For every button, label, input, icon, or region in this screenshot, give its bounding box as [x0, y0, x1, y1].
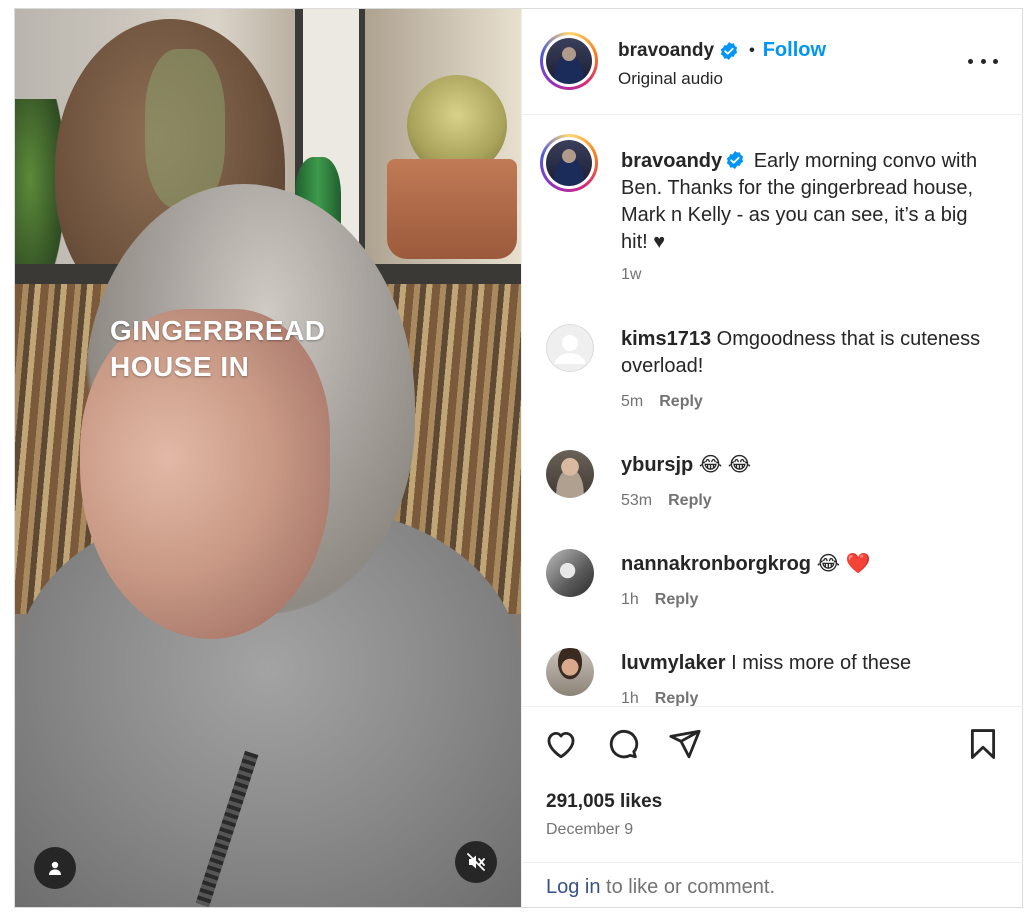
separator-dot: • [749, 41, 755, 59]
post-card: GINGERBREAD HOUSE IN bravoandy • Follow … [14, 8, 1023, 908]
login-link[interactable]: Log in [546, 876, 601, 898]
author-line: bravoandy • Follow [618, 39, 826, 62]
video-caption-overlay: GINGERBREAD HOUSE IN [110, 313, 326, 385]
comment-time[interactable]: 5m [621, 393, 643, 410]
comment-body: nannakronborgkrog 😂 ❤️ [621, 551, 1001, 578]
login-prompt: Log in to like or comment. [522, 862, 1023, 907]
speaker-muted-icon [467, 853, 485, 871]
comment-username[interactable]: luvmylaker [621, 652, 726, 674]
comments-list[interactable]: bravoandy Early morning convo with Ben. … [522, 116, 1023, 706]
comment-body: kims1713 Omgoodness that is cuteness ove… [621, 326, 1001, 380]
post-header: bravoandy • Follow Original audio [522, 9, 1023, 115]
comment-icon[interactable] [606, 727, 640, 761]
video-pot [387, 159, 517, 259]
post-sidebar: bravoandy • Follow Original audio bravoa… [521, 9, 1023, 907]
tagged-people-button[interactable] [34, 847, 76, 889]
more-options-icon[interactable] [968, 53, 998, 69]
comment-time[interactable]: 1h [621, 591, 639, 608]
reply-button[interactable]: Reply [655, 591, 699, 608]
default-avatar-icon[interactable] [546, 324, 594, 372]
comment-body: ybursjp 😂 😂 [621, 452, 1001, 479]
comment-text: I miss more of these [731, 652, 912, 674]
commenter-avatar[interactable] [546, 549, 594, 597]
audio-label[interactable]: Original audio [618, 69, 723, 89]
comment-meta: 5m Reply [621, 393, 703, 411]
reply-button[interactable]: Reply [655, 690, 699, 706]
video-vase-pattern [145, 49, 225, 209]
commenter-avatar[interactable] [546, 648, 594, 696]
reply-button[interactable]: Reply [668, 492, 712, 509]
comment-username[interactable]: nannakronborgkrog [621, 553, 811, 575]
post-date[interactable]: December 9 [546, 821, 633, 839]
comment-username[interactable]: ybursjp [621, 454, 693, 476]
login-rest-text: to like or comment. [600, 876, 776, 898]
heart-icon[interactable] [544, 727, 578, 761]
verified-badge-icon [727, 151, 744, 169]
commenter-avatar[interactable] [546, 450, 594, 498]
post-actions: 291,005 likes December 9 [522, 706, 1023, 862]
verified-badge-icon [720, 41, 738, 60]
login-prompt-text: Log in to like or comment. [546, 876, 775, 899]
post-caption: bravoandy Early morning convo with Ben. … [621, 148, 991, 256]
comment-meta: 1h Reply [621, 591, 698, 609]
overlay-line-2: HOUSE IN [110, 351, 250, 382]
comment-body: luvmylaker I miss more of these [621, 650, 1001, 677]
comment-meta: 53m Reply [621, 492, 712, 510]
bookmark-icon[interactable] [966, 727, 1000, 761]
reply-button[interactable]: Reply [659, 393, 703, 410]
follow-button[interactable]: Follow [763, 39, 826, 62]
comment-text: 😂 ❤️ [816, 553, 871, 575]
comment-time[interactable]: 1h [621, 690, 639, 706]
comment-time[interactable]: 53m [621, 492, 652, 509]
comment-username[interactable]: kims1713 [621, 328, 711, 350]
comment-meta: 1h Reply [621, 690, 698, 706]
caption-author-avatar[interactable] [540, 134, 598, 192]
mute-toggle-button[interactable] [455, 841, 497, 883]
overlay-line-1: GINGERBREAD [110, 315, 326, 346]
reel-video[interactable]: GINGERBREAD HOUSE IN [15, 9, 521, 907]
author-username[interactable]: bravoandy [618, 40, 714, 62]
comment-text: 😂 😂 [698, 454, 752, 476]
likes-count[interactable]: 291,005 likes [546, 791, 662, 813]
person-icon [49, 861, 61, 875]
send-icon[interactable] [668, 727, 702, 761]
caption-username[interactable]: bravoandy [621, 150, 722, 172]
caption-timestamp[interactable]: 1w [621, 266, 641, 284]
author-avatar[interactable] [540, 32, 598, 90]
